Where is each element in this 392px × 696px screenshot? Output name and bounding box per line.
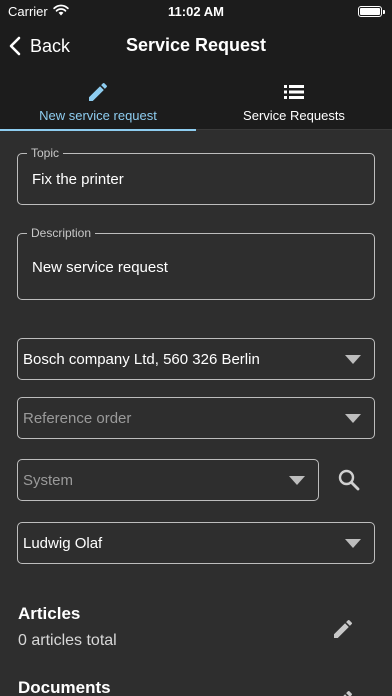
system-select[interactable]: System [17, 459, 319, 501]
reference-order-select[interactable]: Reference order [17, 397, 375, 439]
tab-label: Service Requests [243, 108, 345, 123]
topic-legend: Topic [27, 146, 64, 160]
customer-value: Bosch company Ltd, 560 326 Berlin [23, 351, 260, 368]
description-value: New service request [32, 259, 168, 276]
topic-field[interactable]: Topic Fix the printer [17, 146, 375, 205]
edit-articles-pencil-icon[interactable] [331, 617, 355, 641]
contact-select[interactable]: Ludwig Olaf [17, 522, 375, 564]
contact-value: Ludwig Olaf [23, 535, 103, 552]
system-placeholder: System [23, 472, 74, 489]
tab-label: New service request [39, 108, 157, 123]
battery-icon [358, 6, 385, 17]
list-icon [284, 85, 304, 99]
tab-service-requests[interactable]: Service Requests [196, 68, 392, 130]
articles-summary: 0 articles total [18, 632, 117, 649]
status-bar: Carrier 11:02 AM [0, 0, 392, 24]
documents-title: Documents [18, 678, 111, 696]
caret-down-icon [345, 355, 361, 364]
pencil-icon [89, 82, 108, 101]
tab-selected-indicator [0, 129, 196, 131]
tab-new-service-request[interactable]: New service request [0, 68, 196, 131]
caret-down-icon [345, 539, 361, 548]
tab-bar: New service request Service Requests [0, 68, 392, 131]
description-field[interactable]: Description New service request [17, 226, 375, 300]
description-legend: Description [27, 226, 96, 240]
customer-select[interactable]: Bosch company Ltd, 560 326 Berlin [17, 338, 375, 380]
caret-down-icon [345, 414, 361, 423]
reference-order-placeholder: Reference order [23, 410, 132, 427]
topic-value: Fix the printer [32, 171, 124, 188]
edit-documents-pencil-icon[interactable] [331, 688, 355, 696]
clock: 11:02 AM [168, 4, 224, 19]
articles-title: Articles [18, 604, 81, 623]
navigation-bar: Back Service Request [0, 24, 392, 68]
search-icon[interactable] [336, 467, 362, 493]
caret-down-icon [289, 476, 305, 485]
page-title: Service Request [125, 35, 267, 55]
